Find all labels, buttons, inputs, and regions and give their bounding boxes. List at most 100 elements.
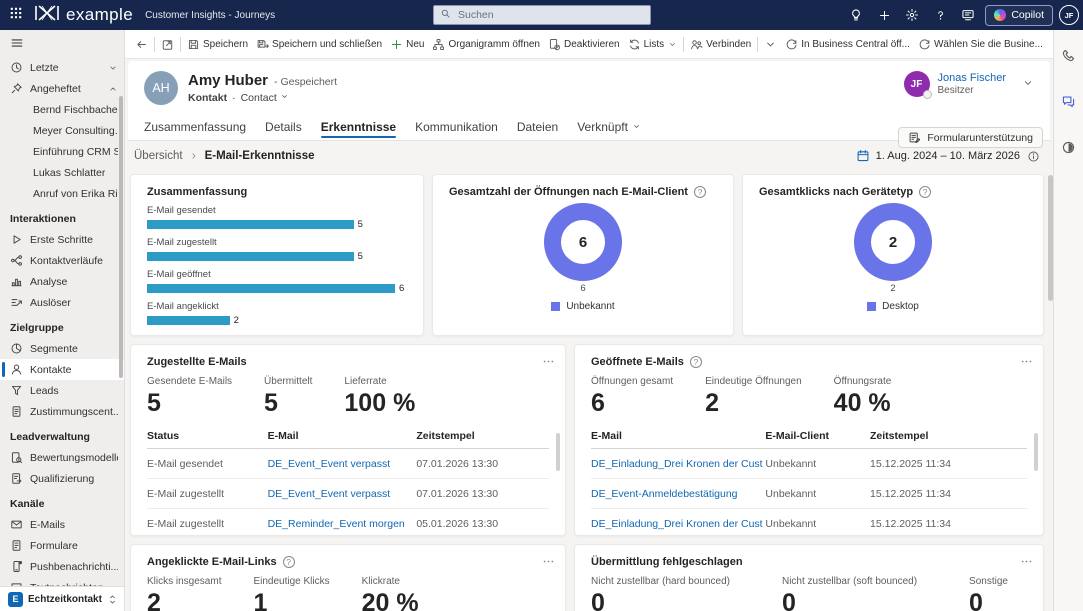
sidebar-item-scoring-models[interactable]: Bewertungsmodelle [0,447,124,468]
sidebar-item-analytics[interactable]: Analyse [0,271,124,292]
area-switcher[interactable]: E Echtzeitkontaktve... [0,586,124,611]
sidebar-item-pinned-record[interactable]: Bernd Fischbacher [0,99,124,120]
lists-button[interactable]: Lists [624,32,682,56]
header-fields-chevron-icon[interactable] [1022,77,1034,89]
column-header[interactable]: E-Mail [591,430,765,442]
help-icon[interactable] [690,356,702,368]
global-search[interactable] [433,5,651,25]
sidebar-item-recent[interactable]: Letzte [0,57,124,78]
summary-bar-chart-card: Zusammenfassung E-Mail gesendet5E-Mail z… [130,174,424,336]
quick-create-plus-icon[interactable] [873,4,895,26]
tab-dateien[interactable]: Dateien [517,113,558,140]
help-icon[interactable] [694,186,706,198]
card-title: Gesamtzahl der Öffnungen nach E-Mail-Cli… [449,186,688,198]
chevdn-icon [108,63,118,73]
brand-logo[interactable]: example [34,5,133,26]
save-and-close-button[interactable]: Speichern und schließen [252,32,386,56]
tab-kommunikation[interactable]: Kommunikation [415,113,498,140]
tab-erkenntnisse[interactable]: Erkenntnisse [321,113,396,140]
open-org-chart-button[interactable]: Organigramm öffnen [428,32,544,56]
back-button[interactable] [131,32,152,56]
column-header[interactable]: Zeitstempel [870,430,1027,442]
settings-gear-icon[interactable] [901,4,923,26]
feedback-icon[interactable] [957,4,979,26]
orgchart-icon [432,38,445,51]
email-link[interactable]: DE_Einladung_Drei Kronen der Cust [591,458,765,470]
sidebar-item-journeys[interactable]: Kontaktverläufe [0,250,124,271]
help-question-icon[interactable] [929,4,951,26]
tab-verkn-pft[interactable]: Verknüpft [577,113,641,140]
breadcrumb-parent[interactable]: Übersicht [134,150,183,162]
sidebar-item-segments[interactable]: Segmente [0,338,124,359]
column-header[interactable]: Status [147,430,268,442]
more-options-icon[interactable] [1018,553,1035,570]
sidebar-item-triggers[interactable]: Auslöser [0,292,124,313]
sidebar-item-pinned-record[interactable]: Meyer Consulting... [0,120,124,141]
form-assist-button[interactable]: Formularunterstützung [898,127,1043,148]
more-options-icon[interactable] [540,353,557,370]
form-selector[interactable]: Contact [241,92,289,104]
sidebar-item-pinned[interactable]: Angeheftet [0,78,124,99]
bar-category-label: E-Mail zugestellt [147,237,407,248]
connect-button[interactable]: Verbinden [686,32,755,56]
info-icon[interactable] [1027,150,1040,163]
owner-avatar[interactable]: JF [904,71,930,97]
deactivate-button[interactable]: Deaktivieren [544,32,624,56]
more-options-icon[interactable] [1018,353,1035,370]
save-button[interactable]: Speichern [183,32,252,56]
sidebar-item-leads[interactable]: Leads [0,380,124,401]
sidebar-item-push-notifications[interactable]: Pushbenachrichti... [0,556,124,577]
sidebar-item-pinned-record[interactable]: Einführung CRM S... [0,141,124,162]
user-avatar[interactable]: JF [1059,5,1079,25]
sidebar-item-pinned-record[interactable]: Lukas Schlatter [0,162,124,183]
kpi-value: 5 [264,391,312,416]
column-header[interactable]: Zeitstempel [416,430,549,442]
copilot-button[interactable]: Copilot [985,5,1053,26]
dynamics-insights-icon[interactable] [1058,136,1080,158]
app-launcher-button[interactable] [0,0,32,30]
sidebar-scrollbar[interactable] [119,96,123,378]
sitemap-toggle-button[interactable] [0,33,124,57]
donut-ring: 2 [854,203,932,281]
sidebar-item-forms[interactable]: Formulare [0,535,124,556]
sidebar-item-consent-center[interactable]: Zustimmungscent... [0,401,124,422]
kpi-failed-0: Nicht zustellbar (hard bounced)0 [591,576,730,611]
tab-details[interactable]: Details [265,113,302,140]
email-link[interactable]: DE_Reminder_Event morgen [268,518,417,530]
sidebar-item-pinned-record[interactable]: Anruf von Erika Ri... [0,183,124,204]
popout-button[interactable] [157,32,178,56]
email-link[interactable]: DE_Einladung_Drei Kronen der Cust [591,518,765,530]
email-link[interactable]: DE_Event_Event verpasst [268,488,417,500]
table-scrollbar[interactable] [1034,433,1038,471]
insights-panel: Übersicht E-Mail-Erkenntnisse 1. Aug. 20… [125,141,1053,611]
sidebar-item-emails[interactable]: E-Mails [0,514,124,535]
table-scrollbar[interactable] [556,433,560,471]
sidebar-item-get-started[interactable]: Erste Schritte [0,229,124,250]
sidebar-item-qualification[interactable]: Qualifizierung [0,468,124,489]
delivery-failed-card: Übermittlung fehlgeschlagen Nicht zustel… [574,544,1044,611]
email-link[interactable]: DE_Event_Event verpasst [268,458,417,470]
column-header[interactable]: E-Mail [268,430,417,442]
open-business-central-button[interactable]: In Business Central öff... [781,32,914,56]
kpi-clicked-1: Eindeutige Klicks1 [253,576,329,611]
owner-name-link[interactable]: Jonas Fischer [938,72,1006,84]
help-icon[interactable] [919,186,931,198]
sidebar-item-contacts[interactable]: Kontakte [0,359,124,380]
more-commands-button[interactable] [1047,32,1053,56]
help-icon[interactable] [283,556,295,568]
teams-chat-icon[interactable] [1058,90,1080,112]
column-header[interactable]: E-Mail-Client [765,430,870,442]
connect-dropdown-button[interactable] [760,32,781,56]
more-options-icon[interactable] [540,553,557,570]
table-cell: 05.01.2026 13:30 [416,518,549,530]
tab-zusammenfassung[interactable]: Zusammenfassung [144,113,246,140]
lightbulb-icon[interactable] [845,4,867,26]
search-input[interactable] [456,8,644,22]
choose-business-button[interactable]: Wählen Sie die Busine... [914,32,1047,56]
new-button[interactable]: Neu [386,32,428,56]
content-scrollbar[interactable] [1048,175,1053,301]
email-link[interactable]: DE_Event-Anmeldebestätigung [591,488,765,500]
date-range-picker[interactable]: 1. Aug. 2024 – 10. März 2026 [856,149,1020,163]
phone-icon[interactable] [1058,44,1080,66]
app-title: Customer Insights - Journeys [145,10,275,21]
